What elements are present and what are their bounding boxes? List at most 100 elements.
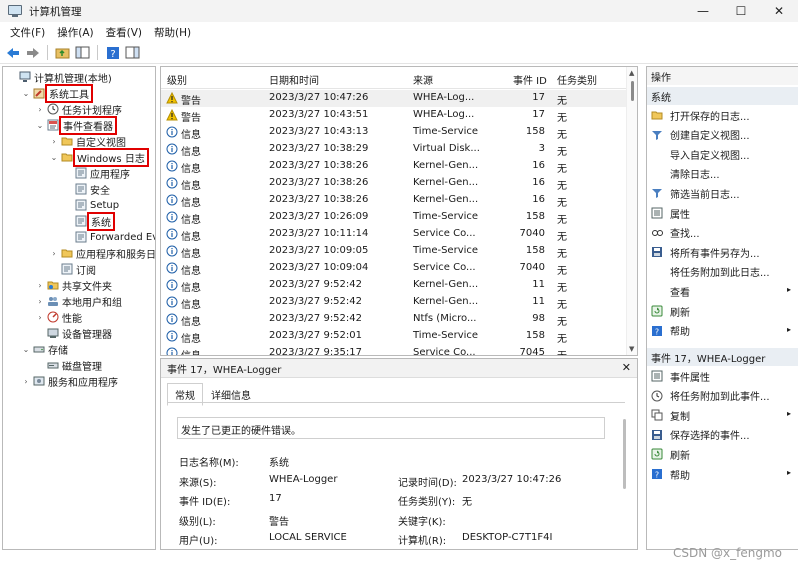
table-row[interactable]: 信息 2023/3/27 10:43:13 Time-Service 158 无 [161,124,627,141]
table-row[interactable]: 信息 2023/3/27 10:09:04 Service Co... 7040 无 [161,260,627,277]
tree-item[interactable]: 系统 [63,211,115,231]
action-item[interactable]: 属性 [647,204,798,222]
tree-item[interactable]: 应用程序 [63,165,130,181]
action-item[interactable]: 导入自定义视图... [647,145,798,163]
action-item[interactable]: 清除日志... [647,165,798,183]
close-button[interactable]: ✕ [760,0,798,22]
tree-item[interactable]: ⌄ 存储 [21,341,68,357]
action-item[interactable]: 保存选择的事件... [647,426,798,444]
action-item[interactable]: 创建自定义视图... [647,126,798,144]
chevron-right-icon[interactable]: › [35,297,45,306]
menu-view[interactable]: 查看(V) [100,25,148,40]
table-row[interactable]: 信息 2023/3/27 9:52:42 Kernel-Gen... 11 无 [161,294,627,311]
submenu-arrow-icon: ▸ [786,285,791,295]
chevron-down-icon[interactable]: ⌄ [49,153,59,162]
chevron-right-icon[interactable]: › [49,137,59,146]
tree-item[interactable]: › 性能 [35,309,82,325]
action-item[interactable]: 将任务附加到此日志... [647,263,798,281]
toolbar-divider [47,45,48,60]
chevron-right-icon[interactable]: › [49,249,59,258]
table-row[interactable]: 信息 2023/3/27 10:38:26 Kernel-Gen... 16 无 [161,192,627,209]
list-scrollbar[interactable]: ▲ ▼ [626,67,637,355]
computer-value: DESKTOP-C7T1F4I [462,532,553,543]
tree-item[interactable]: ⌄ Windows 日志 [49,147,149,167]
action-item[interactable]: 筛选当前日志... [647,184,798,202]
table-row[interactable]: 警告 2023/3/27 10:47:26 WHEA-Log... 17 无 [161,90,627,107]
menu-file[interactable]: 文件(F) [4,25,51,40]
up-folder-icon[interactable] [54,44,71,61]
tree-item[interactable]: Forwarded Eve [63,229,155,245]
action-item[interactable]: 打开保存的日志... [647,106,798,124]
cell-level: 信息 [181,300,201,311]
action-item[interactable]: ? 帮助 ▸ [647,322,798,340]
tree-item[interactable]: › 本地用户和组 [35,293,122,309]
tree-item[interactable]: 设备管理器 [35,325,112,341]
action-item[interactable]: 查找... [647,224,798,242]
tree-item[interactable]: › 共享文件夹 [35,277,112,293]
back-icon[interactable] [4,44,21,61]
tree-item-label: 存储 [48,345,68,357]
close-icon[interactable]: ✕ [622,361,631,374]
maximize-button[interactable]: ☐ [722,0,760,22]
save-icon [651,246,663,258]
tree-item[interactable]: › 服务和应用程序 [21,373,118,389]
table-row[interactable]: 信息 2023/3/27 10:38:26 Kernel-Gen... 16 无 [161,158,627,175]
table-row[interactable]: 警告 2023/3/27 10:43:51 WHEA-Log... 17 无 [161,107,627,124]
column-task-category[interactable]: 任务类别 [557,72,597,87]
column-datetime[interactable]: 日期和时间 [269,72,319,87]
svg-text:?: ? [655,471,659,480]
action-item[interactable]: 查看 ▸ [647,282,798,300]
minimize-button[interactable]: — [684,0,722,22]
scroll-down-icon[interactable]: ▼ [629,345,634,353]
table-row[interactable]: 信息 2023/3/27 9:52:01 Time-Service 158 无 [161,328,627,345]
tree-item[interactable]: 订阅 [49,261,96,277]
tree-item[interactable]: › 应用程序和服务日志 [49,245,155,261]
level-label: 级别(L): [179,517,216,528]
chevron-down-icon[interactable]: ⌄ [35,121,45,130]
action-item[interactable]: 将所有事件另存为... [647,243,798,261]
action-item[interactable]: ? 帮助 ▸ [647,465,798,483]
log-name-label: 日志名称(M): [179,458,239,469]
table-row[interactable]: 信息 2023/3/27 9:52:42 Kernel-Gen... 11 无 [161,277,627,294]
tree-item-label: 设备管理器 [62,329,112,341]
scroll-up-icon[interactable]: ▲ [629,69,634,77]
table-row[interactable]: 信息 2023/3/27 10:09:05 Time-Service 158 无 [161,243,627,260]
table-row[interactable]: 信息 2023/3/27 10:38:26 Kernel-Gen... 16 无 [161,175,627,192]
show-hide-tree-icon[interactable] [74,44,91,61]
chevron-down-icon[interactable]: ⌄ [21,345,31,354]
chevron-right-icon[interactable]: › [35,281,45,290]
column-level[interactable]: 级别 [167,72,187,87]
action-item[interactable]: 复制 ▸ [647,406,798,424]
table-row[interactable]: 信息 2023/3/27 10:38:29 Virtual Disk... 3 无 [161,141,627,158]
help-icon[interactable]: ? [104,44,121,61]
tree-item[interactable]: 磁盘管理 [35,357,102,373]
tree-item[interactable]: 安全 [63,181,110,197]
action-item[interactable]: 事件属性 [647,367,798,385]
action-pane-icon[interactable] [124,44,141,61]
tree-item[interactable]: ⌄ 系统工具 [21,83,93,103]
chevron-right-icon[interactable]: › [35,105,45,114]
chevron-right-icon[interactable]: › [21,377,31,386]
menu-help[interactable]: 帮助(H) [148,25,197,40]
chevron-down-icon[interactable]: ⌄ [21,89,31,98]
table-row[interactable]: 信息 2023/3/27 9:35:17 Service Co... 7045 无 [161,345,627,356]
menu-action[interactable]: 操作(A) [51,25,99,40]
column-event-id[interactable]: 事件 ID [513,72,547,87]
action-item[interactable]: 刷新 [647,445,798,463]
chevron-right-icon[interactable]: › [35,313,45,322]
action-item[interactable]: 刷新 [647,302,798,320]
cell-source: Time-Service [413,126,479,137]
table-row[interactable]: 信息 2023/3/27 10:11:14 Service Co... 7040 无 [161,226,627,243]
cell-id: 7040 [519,228,545,239]
scroll-thumb[interactable] [631,81,634,101]
tree-item[interactable]: ⌄ 事件查看器 [35,115,117,135]
table-row[interactable]: 信息 2023/3/27 9:52:42 Ntfs (Micro... 98 无 [161,311,627,328]
forward-icon[interactable] [24,44,41,61]
detail-scrollbar[interactable] [623,419,626,489]
table-row[interactable]: 信息 2023/3/27 10:26:09 Time-Service 158 无 [161,209,627,226]
action-item[interactable]: 将任务附加到此事件... [647,387,798,405]
detail-title: 事件 17，WHEA-Logger [167,364,282,376]
user-label: 用户(U): [179,536,218,547]
cell-id: 7045 [519,347,545,356]
column-source[interactable]: 来源 [413,72,433,87]
